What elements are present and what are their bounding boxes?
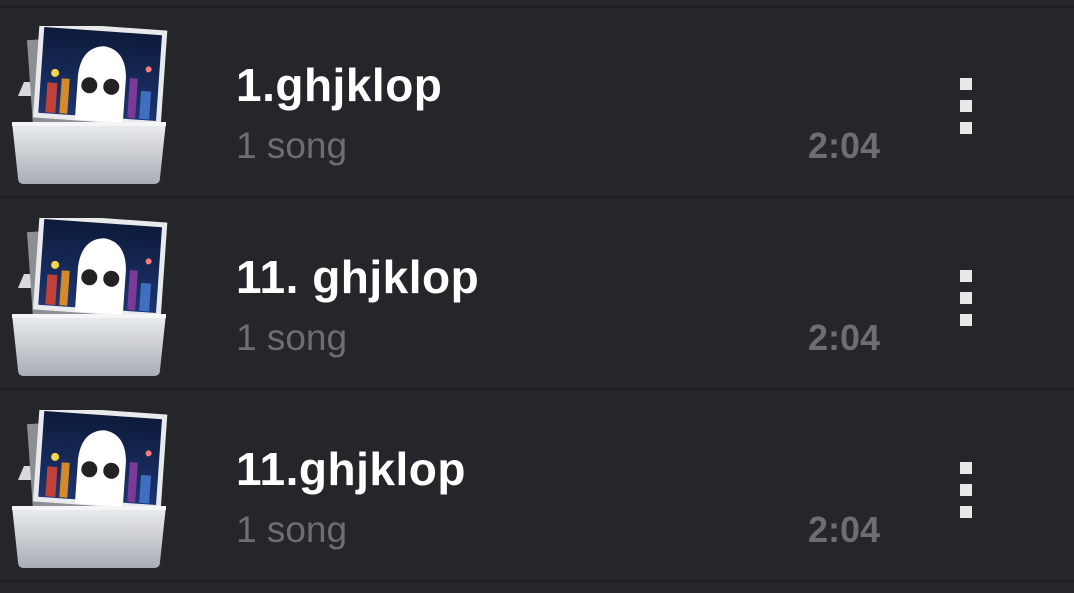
item-song-count: 1 song <box>236 125 348 166</box>
item-duration: 2:04 <box>807 509 880 550</box>
more-options-icon[interactable] <box>946 266 986 332</box>
folder-artwork-icon <box>10 21 170 186</box>
list-item[interactable]: 11. ghjklop 1 song 2:04 <box>0 200 1074 390</box>
item-title: 1.ghjklop <box>236 59 443 111</box>
more-options-icon[interactable] <box>946 458 986 524</box>
divider <box>0 196 1074 198</box>
divider <box>0 388 1074 390</box>
item-duration: 2:04 <box>807 317 880 358</box>
item-title: 11. ghjklop <box>236 251 480 303</box>
item-title: 11.ghjklop <box>236 443 466 495</box>
more-options-icon[interactable] <box>946 74 986 140</box>
folder-artwork-icon <box>10 405 170 570</box>
item-song-count: 1 song <box>236 317 348 358</box>
item-duration: 2:04 <box>807 125 880 166</box>
list-item[interactable]: 11.ghjklop 1 song 2:04 <box>0 392 1074 582</box>
divider <box>0 580 1074 582</box>
folder-artwork-icon <box>10 213 170 378</box>
folder-list: 1.ghjklop 1 song 2:04 11. ghjklop 1 song… <box>0 0 1074 593</box>
item-song-count: 1 song <box>236 509 348 550</box>
list-item[interactable]: 1.ghjklop 1 song 2:04 <box>0 8 1074 198</box>
